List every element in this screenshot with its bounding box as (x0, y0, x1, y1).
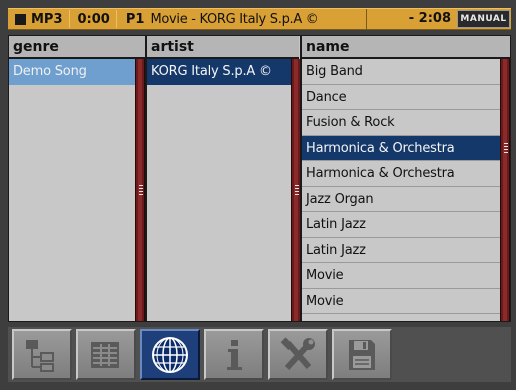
scroll-grip-icon[interactable] (139, 185, 143, 195)
genre-scrollbar[interactable] (135, 59, 145, 321)
list-item[interactable]: Dance (302, 85, 500, 110)
status-bar: MP3 0:00 P1 Movie - KORG Italy S.p.A © -… (8, 8, 511, 30)
list-item[interactable]: Movie (302, 289, 500, 314)
manual-button[interactable]: MANUAL (457, 10, 510, 28)
song-browser-screen: MP3 0:00 P1 Movie - KORG Italy S.p.A © -… (0, 0, 516, 390)
browser-panel: genre Demo Song artist KORG Italy S.p.A … (8, 35, 511, 322)
folder-tree-button[interactable] (12, 329, 72, 380)
globe-button[interactable] (140, 329, 200, 380)
format-label: MP3 (31, 11, 63, 27)
globe-icon (152, 336, 188, 373)
name-scrollbar[interactable] (500, 59, 510, 321)
remaining-time: - 2:08 (366, 9, 454, 29)
list-view-icon (91, 341, 119, 368)
artist-item[interactable]: KORG Italy S.p.A © (147, 59, 291, 85)
scroll-grip-icon[interactable] (504, 143, 508, 153)
folder-tree-icon (26, 339, 54, 372)
artist-list: KORG Italy S.p.A © (147, 59, 291, 321)
list-item[interactable]: Latin Jazz (302, 238, 500, 263)
list-item[interactable]: Big Band (302, 59, 500, 85)
genre-column-header[interactable]: genre (9, 36, 145, 59)
list-item[interactable]: Movie (302, 263, 500, 289)
genre-list: Demo Song (9, 59, 135, 321)
list-view-button[interactable] (76, 329, 136, 380)
artist-column-header[interactable]: artist (147, 36, 299, 59)
name-column-header[interactable]: name (302, 36, 510, 59)
stop-icon[interactable] (15, 13, 26, 25)
status-divider (68, 10, 70, 28)
genre-item[interactable]: Demo Song (9, 59, 135, 85)
list-item[interactable]: Fusion & Rock (302, 110, 500, 136)
save-disk-icon (349, 339, 375, 370)
status-divider (115, 10, 117, 28)
info-icon (227, 339, 242, 370)
list-item[interactable]: Latin Jazz (302, 212, 500, 238)
song-title: Movie - KORG Italy S.p.A © (150, 11, 319, 27)
name-list: Big Band Dance Fusion & Rock Harmonica &… (302, 59, 500, 321)
tools-button[interactable] (268, 329, 328, 380)
scroll-grip-icon[interactable] (295, 185, 299, 195)
tools-icon (280, 336, 315, 370)
elapsed-time: 0:00 (77, 11, 110, 27)
list-item-selected[interactable]: Harmonica & Orchestra (302, 135, 500, 161)
save-button[interactable] (332, 329, 392, 380)
list-item[interactable]: Jazz Organ (302, 187, 500, 212)
player-slot: P1 (125, 11, 145, 27)
bottom-toolbar (8, 327, 511, 382)
info-button[interactable] (204, 329, 264, 380)
list-item[interactable]: Harmonica & Orchestra (302, 161, 500, 187)
